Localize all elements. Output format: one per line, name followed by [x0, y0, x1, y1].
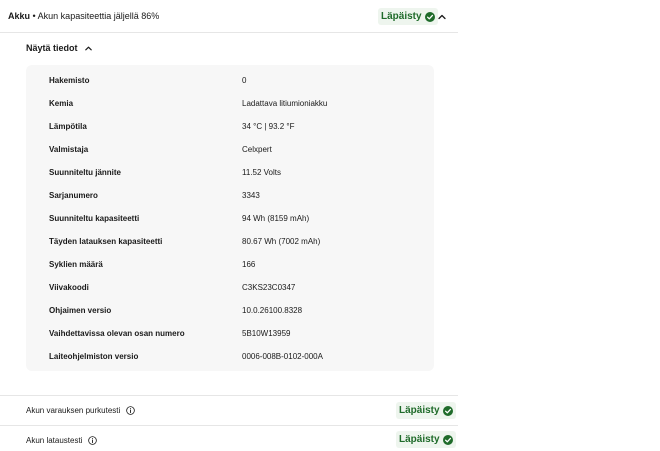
detail-row: Vaihdettavissa olevan osan numero 5B10W13…	[26, 323, 434, 346]
detail-key: Syklien määrä	[49, 260, 103, 269]
discharge-test-row[interactable]: Akun varauksen purkutesti Läpäisty	[0, 396, 458, 424]
detail-row: Suunniteltu kapasiteetti 94 Wh (8159 mAh)	[26, 208, 434, 231]
battery-status-badge: Läpäisty	[378, 8, 438, 25]
battery-details-panel: Hakemisto 0 Kemia Ladattava litiumioniakku…	[26, 65, 434, 371]
show-details-label: Näytä tiedot	[26, 43, 78, 53]
check-circle-icon	[442, 434, 453, 445]
check-circle-icon	[442, 405, 453, 416]
detail-key: Täyden latauksen kapasiteetti	[49, 237, 163, 246]
detail-value: 5B10W13959	[242, 329, 291, 338]
battery-header-title: Akku • Akun kapasiteettia jäljellä 86%	[8, 11, 159, 21]
detail-row: Kemia Ladattava litiumioniakku	[26, 93, 434, 116]
detail-row: Valmistaja Celxpert	[26, 139, 434, 162]
detail-key: Suunniteltu jännite	[49, 168, 121, 177]
detail-value: 0	[242, 76, 247, 85]
charge-test-label: Akun lataustesti	[26, 436, 83, 445]
detail-row: Täyden latauksen kapasiteetti 80.67 Wh (7…	[26, 231, 434, 254]
detail-row: Hakemisto 0	[26, 70, 434, 93]
detail-key: Lämpötila	[49, 122, 87, 131]
info-icon[interactable]	[88, 436, 98, 445]
detail-value: 34 °C | 93.2 °F	[242, 122, 295, 131]
detail-key: Valmistaja	[49, 145, 89, 154]
detail-value: Celxpert	[242, 145, 272, 154]
status-text: Läpäisty	[399, 405, 440, 416]
detail-value: 3343	[242, 191, 260, 200]
detail-value: 166	[242, 260, 256, 269]
detail-value: Ladattava litiumioniakku	[242, 99, 328, 108]
test-status-badge: Läpäisty	[396, 402, 456, 419]
test-label: Akun varauksen purkutesti	[26, 406, 136, 415]
detail-key: Viivakoodi	[49, 283, 89, 292]
chevron-up-icon[interactable]	[437, 12, 447, 22]
detail-row: Suunniteltu jännite 11.52 Volts	[26, 162, 434, 185]
detail-row: Lämpötila 34 °C | 93.2 °F	[26, 116, 434, 139]
charge-test-row[interactable]: Akun lataustesti Läpäisty	[0, 426, 458, 451]
battery-header[interactable]: Akku • Akun kapasiteettia jäljellä 86% L…	[0, 0, 458, 33]
detail-key: Suunniteltu kapasiteetti	[49, 214, 140, 223]
status-text: Läpäisty	[399, 434, 440, 445]
detail-value: 11.52 Volts	[242, 168, 281, 177]
detail-row: Viivakoodi C3KS23C0347	[26, 277, 434, 300]
detail-row: Ohjaimen versio 10.0.26100.8328	[26, 300, 434, 323]
detail-row: Laiteohjelmiston versio 0006-008B-0102-00…	[26, 346, 434, 369]
detail-key: Ohjaimen versio	[49, 306, 112, 315]
detail-row: Sarjanumero 3343	[26, 185, 434, 208]
detail-row: Syklien määrä 166	[26, 254, 434, 277]
discharge-test-label: Akun varauksen purkutesti	[26, 406, 121, 415]
info-icon[interactable]	[126, 406, 136, 415]
battery-capacity-summary: • Akun kapasiteettia jäljellä 86%	[30, 11, 160, 21]
test-status-badge: Läpäisty	[396, 431, 456, 448]
status-text: Läpäisty	[381, 11, 422, 22]
test-label: Akun lataustesti	[26, 436, 98, 445]
detail-key: Vaihdettavissa olevan osan numero	[49, 329, 185, 338]
detail-value: 10.0.26100.8328	[242, 306, 303, 315]
detail-key: Kemia	[49, 99, 74, 108]
show-details-toggle[interactable]: Näytä tiedot	[26, 43, 93, 53]
check-circle-icon	[424, 11, 435, 22]
detail-key: Sarjanumero	[49, 191, 98, 200]
detail-value: C3KS23C0347	[242, 283, 296, 292]
detail-key: Laiteohjelmiston versio	[49, 352, 139, 361]
battery-title: Akku	[8, 11, 31, 21]
chevron-up-icon	[84, 46, 92, 50]
detail-value: 0006-008B-0102-000A	[242, 352, 323, 361]
detail-value: 80.67 Wh (7002 mAh)	[242, 237, 321, 246]
detail-value: 94 Wh (8159 mAh)	[242, 214, 310, 223]
detail-key: Hakemisto	[49, 76, 90, 85]
